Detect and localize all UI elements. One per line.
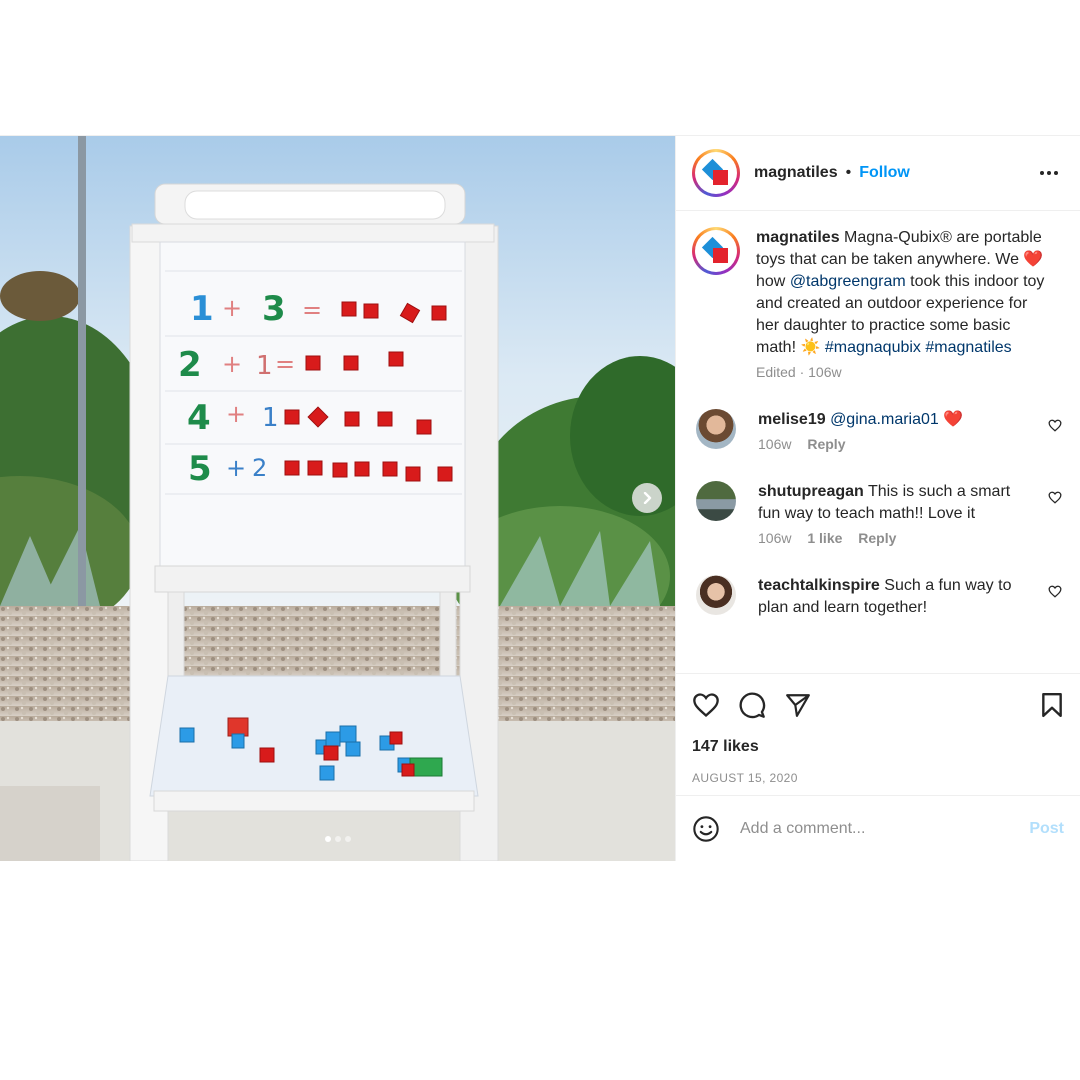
like-button[interactable] [692,692,720,718]
board-row-4-digit-a: 5 [188,449,212,489]
magnatiles-logo-icon [701,236,728,263]
caption-text: magnatiles Magna-Qubix® are portable toy… [756,227,1046,359]
mention-link[interactable]: @gina.maria01 [830,411,939,428]
board-row-2-op2: = [275,350,295,378]
hashtag-link[interactable]: #magnatiles [925,339,1011,356]
carousel-dot [344,836,351,842]
comment-time[interactable]: 106w [758,436,791,452]
comment-bubble-icon [739,692,766,719]
reply-button[interactable]: Reply [807,436,845,452]
header-username[interactable]: magnatiles [754,164,838,182]
heart-outline-icon [1048,491,1062,504]
avatar[interactable] [692,149,740,197]
post-panel: magnatiles • Follow magnatiles Magna-Qub… [675,136,1080,861]
comment-input[interactable] [740,819,1030,838]
more-options-button[interactable] [1034,165,1064,181]
like-comment-button[interactable] [1048,585,1062,598]
instagram-post: 1 + 3 = 2 + 1 = 4 + 1 5 + 2 magnatiles •… [0,135,1080,861]
avatar[interactable] [696,409,736,449]
like-comment-button[interactable] [1048,419,1062,432]
board-row-1-digit-b: 3 [262,289,286,329]
paper-plane-icon [786,694,810,717]
follow-button[interactable]: Follow [859,164,910,182]
comment-username[interactable]: melise19 [758,411,826,428]
hashtag-link[interactable]: #magnaqubix [825,339,921,356]
heart-emoji: ❤️ [1023,251,1044,268]
board-row-3-digit-a: 4 [187,398,211,438]
post-caption: magnatiles Magna-Qubix® are portable toy… [692,227,1064,381]
magnatiles-logo-icon [701,158,728,185]
like-comment-button[interactable] [1048,491,1062,504]
more-dot [1040,171,1044,175]
comments-list[interactable]: magnatiles Magna-Qubix® are portable toy… [676,211,1080,673]
avatar[interactable] [696,575,736,615]
heart-outline-icon [1048,585,1062,598]
board-row-3-digit-b: 1 [262,403,279,433]
share-button[interactable] [784,692,812,718]
comment-likes[interactable]: 1 like [807,530,842,546]
header-separator: • [845,164,852,181]
comment-item: shutupreagan This is such a smart fun wa… [692,481,1064,547]
more-dot [1047,171,1051,175]
chevron-right-icon [643,492,652,504]
caption-edited: Edited · 106w [756,364,842,380]
save-button[interactable] [1040,692,1064,718]
comment-text: ❤️ [943,411,964,428]
more-dot [1054,171,1058,175]
caption-username[interactable]: magnatiles [756,229,840,246]
board-row-3-op1: + [226,400,246,428]
heart-icon [693,693,719,718]
smiley-icon [693,815,719,842]
heart-outline-icon [1048,419,1062,432]
post-image[interactable]: 1 + 3 = 2 + 1 = 4 + 1 5 + 2 [0,136,675,861]
comment-item: teachtalkinspire Such a fun way to plan … [692,575,1064,619]
board-row-1-op1: + [222,294,242,322]
bookmark-icon [1042,692,1062,718]
board-row-4-digit-b: 2 [252,454,267,482]
comment-item: melise19 @gina.maria01 ❤️ 106w Reply [692,409,1064,453]
board-row-2-op1: + [222,350,242,378]
board-row-2-digit-b: 1 [256,351,273,381]
comment-button[interactable] [738,691,766,719]
comment-username[interactable]: shutupreagan [758,483,864,500]
comment-username[interactable]: teachtalkinspire [758,577,880,594]
action-bar: 147 likes AUGUST 15, 2020 [676,673,1080,795]
comment-time[interactable]: 106w [758,530,791,546]
post-date[interactable]: AUGUST 15, 2020 [692,771,1064,795]
carousel-dot [324,836,331,842]
add-comment-bar: Post [676,795,1080,861]
board-row-2-digit-a: 2 [178,345,202,385]
board-row-1-digit-a: 1 [190,289,214,329]
post-header: magnatiles • Follow [676,136,1080,211]
post-comment-button[interactable]: Post [1029,820,1064,838]
board-row-1-op2: = [302,296,322,324]
reply-button[interactable]: Reply [858,530,896,546]
easel-photo: 1 + 3 = 2 + 1 = 4 + 1 5 + 2 [0,136,675,861]
likes-count[interactable]: 147 likes [692,738,1064,756]
avatar[interactable] [696,481,736,521]
caption-text-part: how [756,273,786,290]
carousel-dots [0,836,675,842]
sun-emoji: ☀️ [800,339,821,356]
mention-link[interactable]: @tabgreengram [790,273,906,290]
emoji-button[interactable] [692,815,720,843]
avatar[interactable] [692,227,740,275]
carousel-next-button[interactable] [632,483,662,513]
board-row-4-op1: + [226,454,246,482]
carousel-dot [334,836,341,842]
